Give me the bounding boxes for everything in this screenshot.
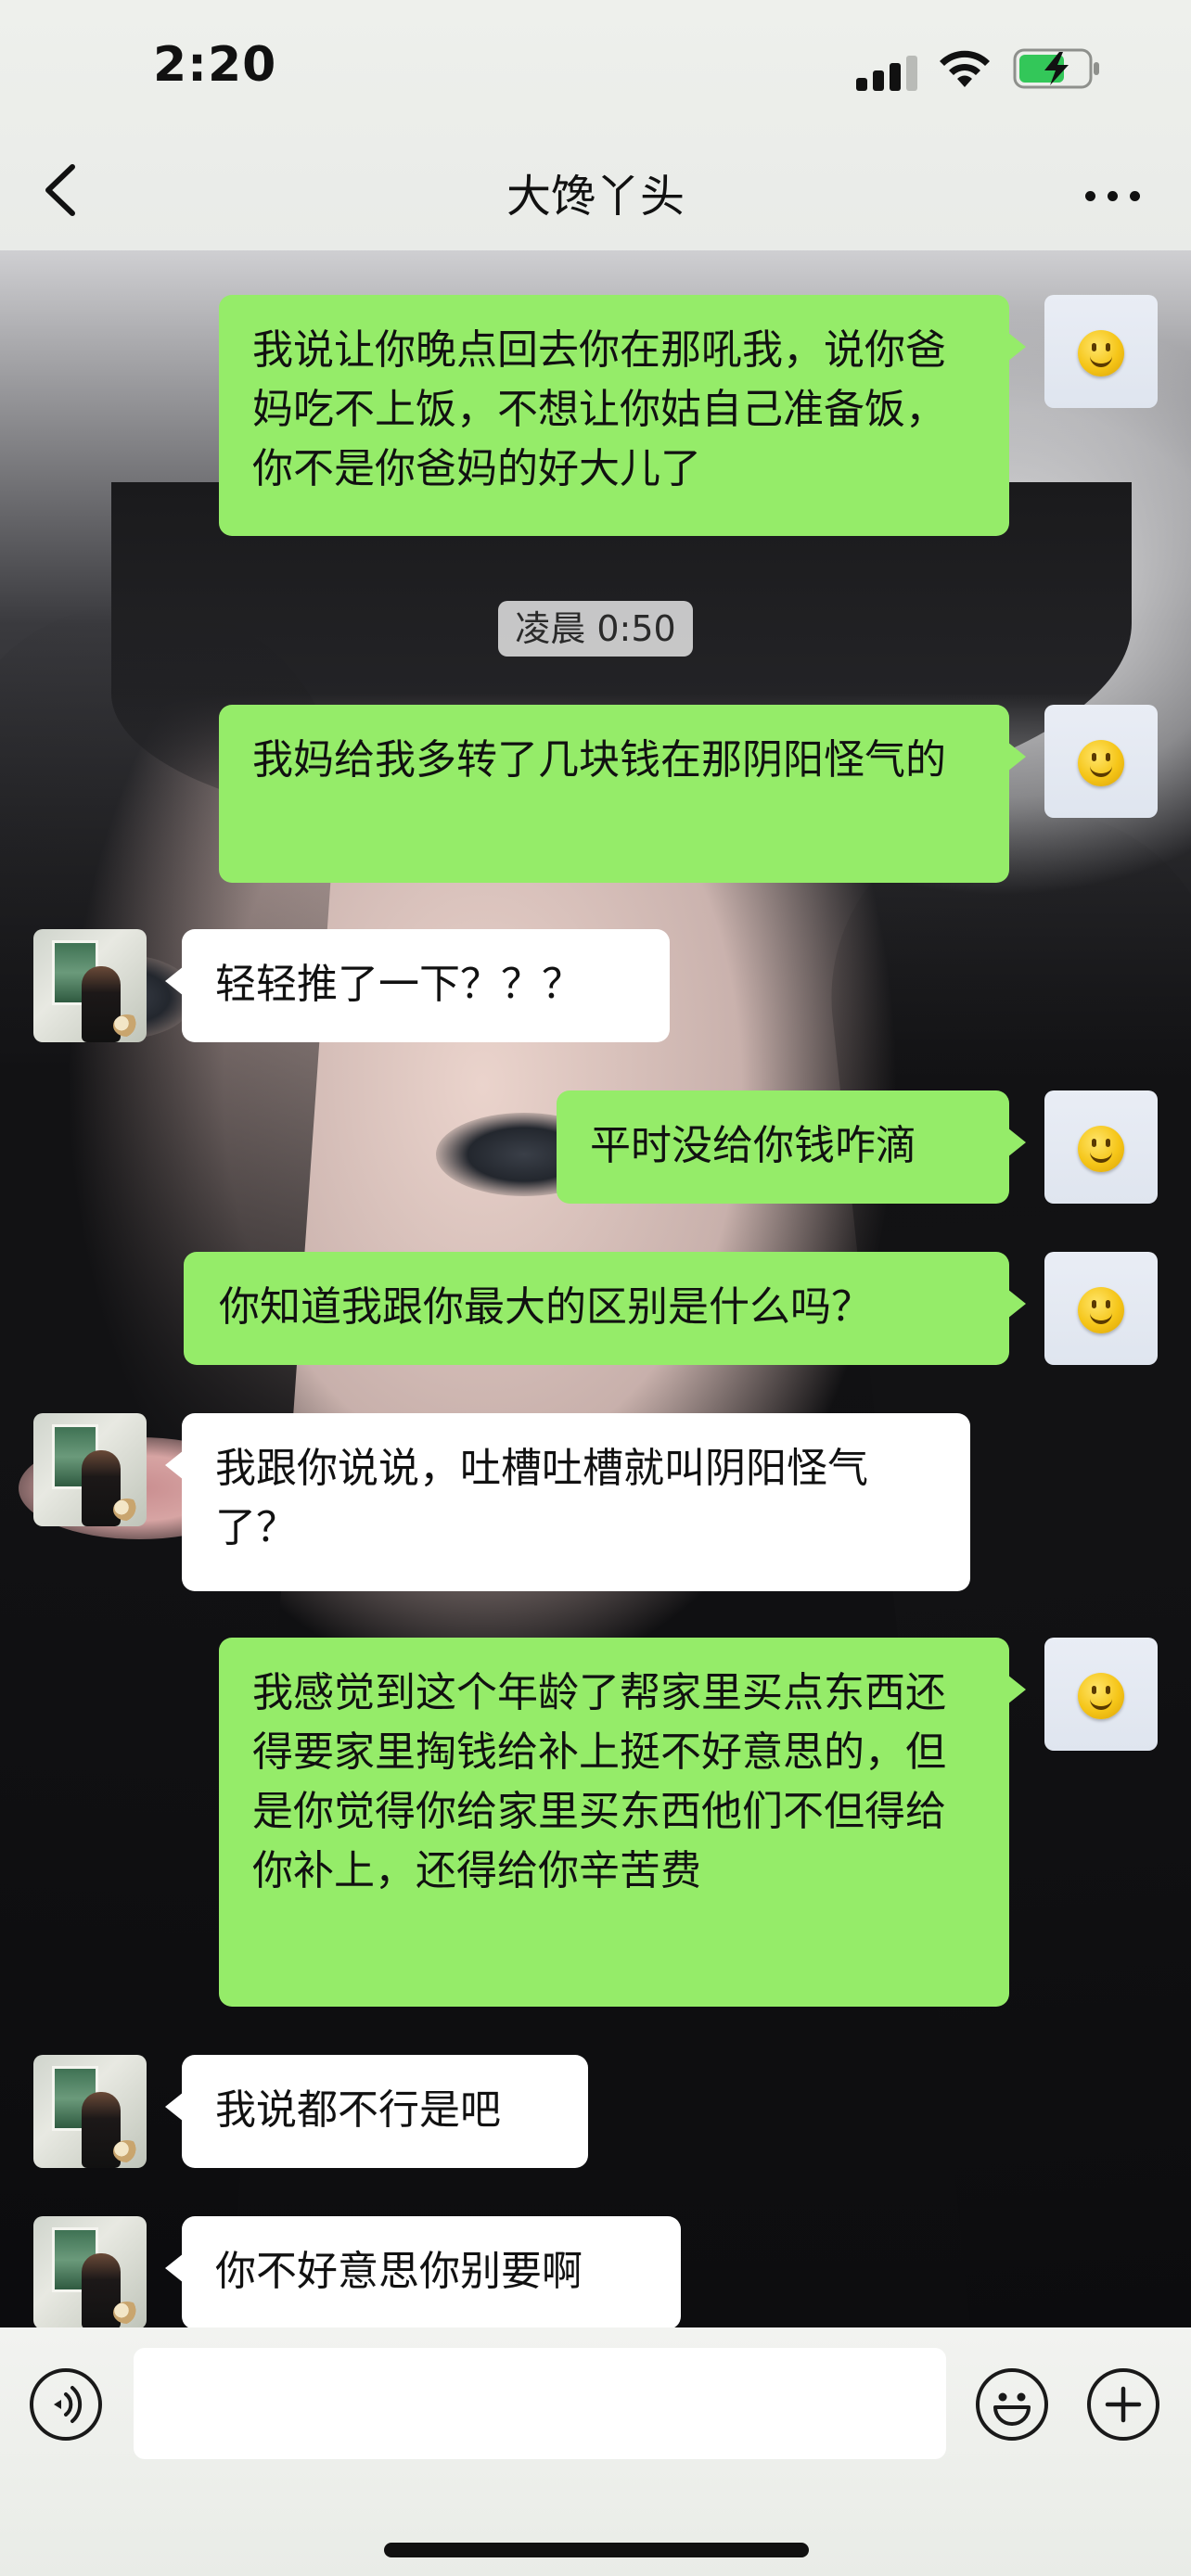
self-avatar[interactable] xyxy=(1044,295,1158,408)
emoji-button[interactable] xyxy=(976,2368,1048,2441)
friend-avatar[interactable] xyxy=(33,929,147,1042)
smiley-icon xyxy=(1078,330,1124,376)
self-avatar[interactable] xyxy=(1044,705,1158,818)
message-bubble-friend[interactable]: 轻轻推了一下？？？ xyxy=(165,929,670,1042)
input-bar xyxy=(0,2327,1191,2576)
status-time: 2:20 xyxy=(153,37,277,93)
home-indicator xyxy=(384,2543,809,2557)
message-bubble-self[interactable]: 你知道我跟你最大的区别是什么吗？ xyxy=(184,1252,1026,1365)
chat-title: 大馋丫头 xyxy=(506,171,685,223)
chat-screen: 2:20 大馋丫头 我说让你晚点回去你在那吼我，说你爸妈吃不上饭，不想让你姑自己… xyxy=(0,0,1191,2576)
smiley-icon xyxy=(1078,1287,1124,1333)
smiley-icon xyxy=(1078,1126,1124,1172)
top-bar: 2:20 大馋丫头 xyxy=(0,0,1191,250)
friend-avatar[interactable] xyxy=(33,2216,147,2329)
self-avatar[interactable] xyxy=(1044,1252,1158,1365)
signal-icon xyxy=(856,54,919,91)
message-bubble-self[interactable]: 我感觉到这个年龄了帮家里买点东西还得要家里掏钱给补上挺不好意思的，但是你觉得你给… xyxy=(219,1638,1026,2007)
voice-button[interactable] xyxy=(30,2368,102,2441)
self-avatar[interactable] xyxy=(1044,1090,1158,1204)
friend-avatar[interactable] xyxy=(33,2055,147,2168)
message-bubble-friend[interactable]: 我跟你说说，吐槽吐槽就叫阴阳怪气了？ xyxy=(165,1413,970,1591)
wifi-icon xyxy=(940,50,990,87)
more-button[interactable] xyxy=(1076,167,1150,223)
smiley-icon xyxy=(1078,740,1124,786)
emoji-icon xyxy=(993,2392,1031,2426)
smiley-icon xyxy=(1078,1673,1124,1719)
message-bubble-self[interactable]: 平时没给你钱咋滴 xyxy=(557,1090,1026,1204)
back-button[interactable] xyxy=(33,158,93,223)
self-avatar[interactable] xyxy=(1044,1638,1158,1751)
plus-button[interactable] xyxy=(1087,2368,1159,2441)
message-bubble-self[interactable]: 我妈给我多转了几块钱在那阴阳怪气的 xyxy=(219,705,1026,883)
battery-charging-icon xyxy=(1013,48,1099,89)
message-timestamp: 凌晨 0:50 xyxy=(498,601,693,657)
message-bubble-friend[interactable]: 你不好意思你别要啊 xyxy=(165,2216,681,2329)
friend-avatar[interactable] xyxy=(33,1413,147,1526)
voice-icon xyxy=(54,2386,83,2423)
message-bubble-self[interactable]: 我说让你晚点回去你在那吼我，说你爸妈吃不上饭，不想让你姑自己准备饭，你不是你爸妈… xyxy=(219,295,1026,536)
plus-icon xyxy=(1105,2386,1142,2423)
message-list[interactable]: 我说让你晚点回去你在那吼我，说你爸妈吃不上饭，不想让你姑自己准备饭，你不是你爸妈… xyxy=(0,250,1191,2329)
message-bubble-friend[interactable]: 我说都不行是吧 xyxy=(165,2055,588,2168)
chevron-left-icon xyxy=(45,164,75,216)
more-dots-icon xyxy=(1085,191,1095,201)
message-input[interactable] xyxy=(134,2348,946,2459)
